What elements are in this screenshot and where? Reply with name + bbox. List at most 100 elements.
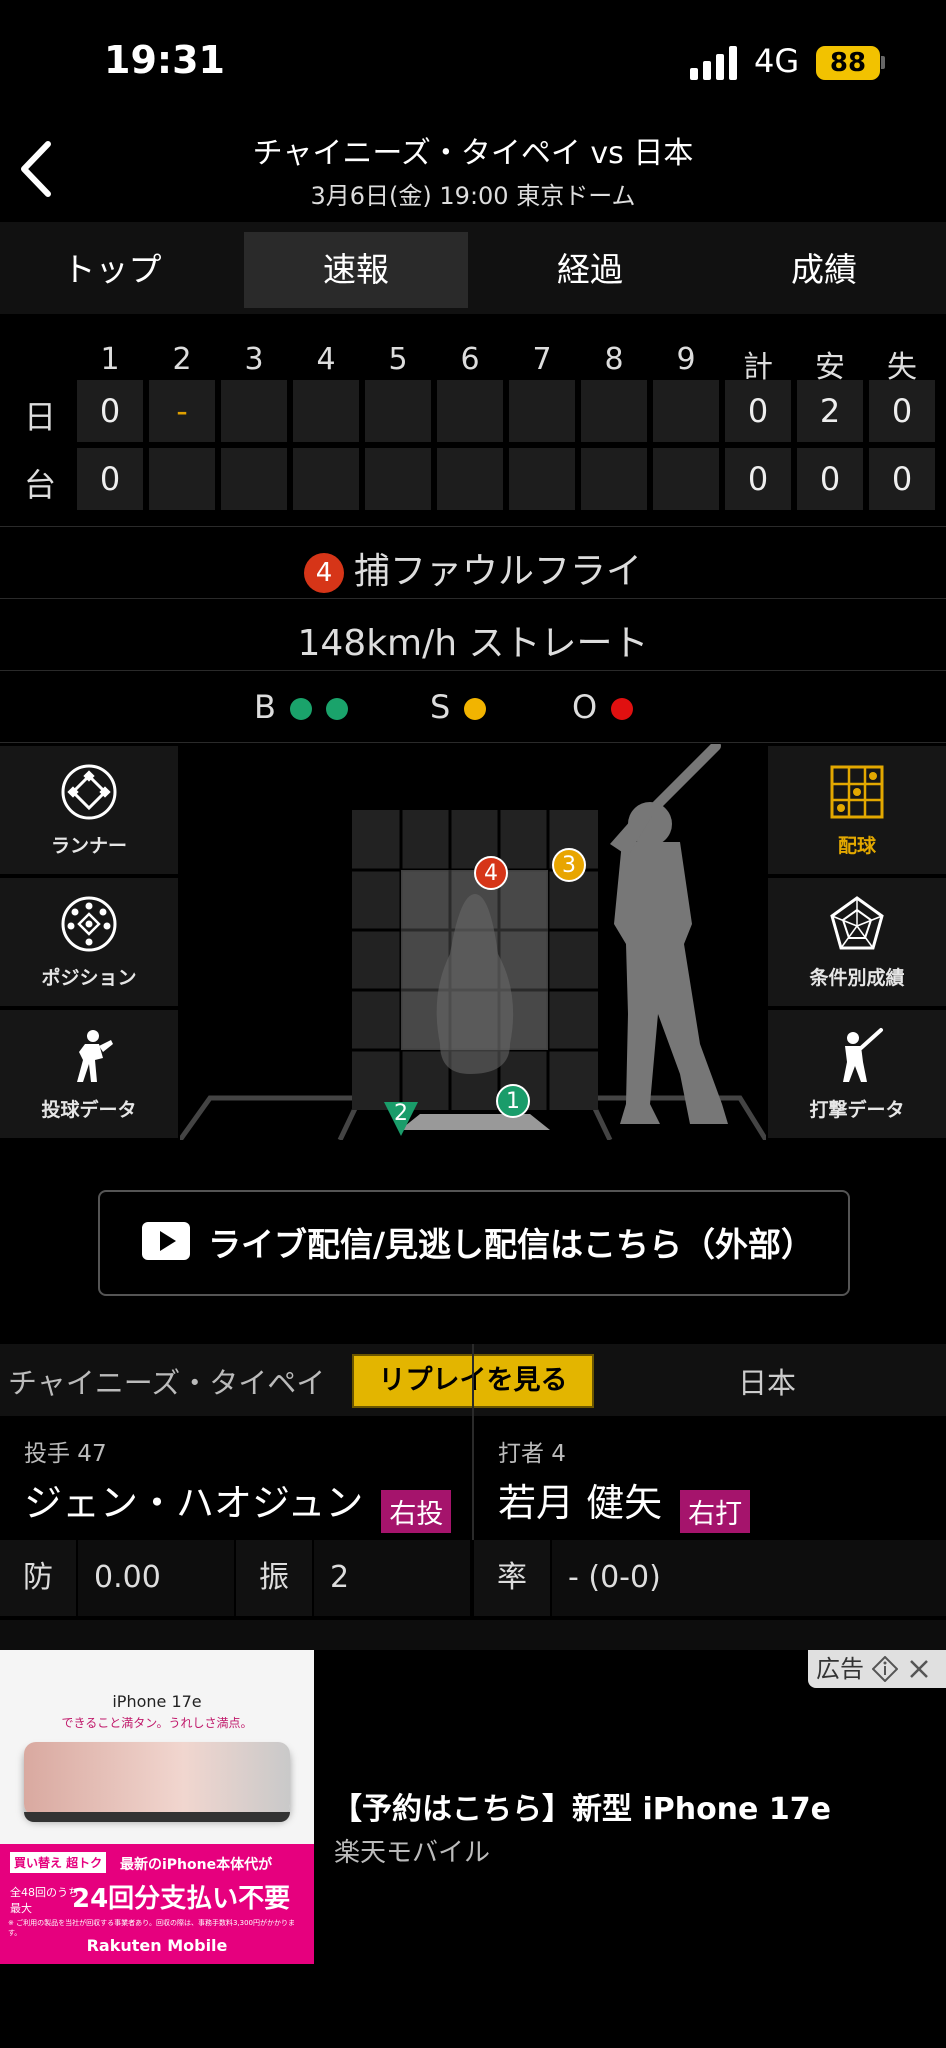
ad-choices[interactable]: 広告 <box>808 1650 946 1688</box>
runner-label: ランナー <box>50 835 127 857</box>
scoreboard-cell <box>293 380 359 442</box>
stats-row-partial <box>0 1620 946 1650</box>
strike-count: S <box>430 688 487 726</box>
scoreboard: 123456789計安失日0-020台0000 <box>0 330 946 520</box>
out-dot <box>611 698 634 720</box>
tab-bar: トップ 速報 経過 成績 <box>0 222 946 314</box>
close-icon[interactable] <box>908 1658 930 1680</box>
ad-brand: Rakuten Mobile <box>86 1936 228 1955</box>
divider <box>472 1344 474 1540</box>
diamond-icon <box>61 764 117 820</box>
ad-title[interactable]: 【予約はこちら】新型 iPhone 17e <box>332 1784 831 1828</box>
batter-hand-badge: 右打 <box>680 1490 751 1533</box>
out-label: O <box>572 688 598 726</box>
pitch-chart-label: 配球 <box>837 835 876 857</box>
tab-stats[interactable]: 成績 <box>712 232 936 308</box>
back-arrow-icon[interactable] <box>18 136 68 202</box>
ad-promo2: 最新のiPhone本体代が <box>120 1857 273 1873</box>
batter-name[interactable]: 若月 健矢 <box>498 1481 662 1525</box>
scoreboard-column-header: 3 <box>244 342 264 377</box>
scoreboard-cell <box>437 448 503 510</box>
battery-tip <box>881 56 885 69</box>
ball-count: B <box>254 688 349 726</box>
scoreboard-cell: 0 <box>77 380 143 442</box>
scoreboard-cell <box>365 448 431 510</box>
strike-label: S <box>430 688 451 726</box>
pitcher-info: ジェン・ハオジュン 右投 <box>24 1472 452 1533</box>
ad-promo4: 24回分支払い不要 <box>72 1884 291 1914</box>
tab-live[interactable]: 速報 <box>244 232 468 308</box>
ad-note: ※ ご利用の製品を当社が回収する事業者あり。回収の際は、事務手数料3,300円が… <box>8 1919 295 1937</box>
scoreboard-cell <box>437 380 503 442</box>
position-label: ポジション <box>41 967 137 989</box>
scoreboard-cell: - <box>149 380 215 442</box>
play-result: 4 捕ファウルフライ <box>0 542 946 594</box>
pitch-info: 148km/h ストレート <box>297 623 649 664</box>
ad-info-icon[interactable] <box>872 1656 898 1682</box>
position-button[interactable]: ポジション <box>0 878 178 1006</box>
divider <box>0 526 946 527</box>
ad-tagline: できること満タン。うれしさ満点。 <box>61 1716 253 1730</box>
tab-top[interactable]: トップ <box>0 232 224 308</box>
split-stats-button[interactable]: 条件別成績 <box>768 878 946 1006</box>
split-stats-label: 条件別成績 <box>809 967 905 989</box>
pitch-marker: 3 <box>552 848 586 882</box>
pitch-chart-button[interactable]: 配球 <box>768 746 946 874</box>
ad-sponsor: 楽天モバイル <box>334 1838 491 1868</box>
pitch-grid-icon <box>830 765 884 819</box>
batting-data-label: 打撃データ <box>809 1099 905 1121</box>
scoreboard-cell: 0 <box>725 380 791 442</box>
stat-key: 率 <box>474 1540 550 1616</box>
away-team-label: チャイニーズ・タイペイ <box>8 1366 326 1400</box>
play-icon <box>142 1222 190 1260</box>
live-stream-button[interactable]: ライブ配信/見逃し配信はこちら（外部） <box>98 1190 850 1296</box>
scoreboard-cell <box>653 380 719 442</box>
battery-icon: 88 <box>816 46 880 80</box>
pitching-data-label: 投球データ <box>41 1099 137 1121</box>
ad-image[interactable]: iPhone 17e できること満タン。うれしさ満点。 買い替え 超トク 最新の… <box>0 1650 314 1964</box>
scoreboard-cell: 0 <box>869 380 935 442</box>
stats-row: 防 0.00 振 2 率 - (0-0) <box>0 1540 946 1616</box>
divider <box>0 598 946 599</box>
pitching-data-button[interactable]: 投球データ <box>0 1010 178 1138</box>
ad-banner[interactable]: iPhone 17e できること満タン。うれしさ満点。 買い替え 超トク 最新の… <box>0 1650 946 1964</box>
home-plate <box>400 1114 550 1130</box>
ball-dot <box>290 698 313 720</box>
scoreboard-team: 日 <box>23 398 56 436</box>
divider <box>0 742 946 743</box>
live-stream-label: ライブ配信/見逃し配信はこちら（外部） <box>208 1225 815 1264</box>
scoreboard-column-header: 2 <box>172 342 192 377</box>
scoreboard-cell <box>221 448 287 510</box>
ball-label: B <box>254 688 276 726</box>
divider <box>0 670 946 671</box>
scoreboard-column-header: 6 <box>460 342 480 377</box>
scoreboard-cell <box>509 448 575 510</box>
strike-dot <box>464 698 487 720</box>
stat-value: 2 <box>314 1540 470 1616</box>
scoreboard-column-header: 7 <box>532 342 552 377</box>
batting-data-button[interactable]: 打撃データ <box>768 1010 946 1138</box>
scoreboard-cell <box>581 380 647 442</box>
pitch-marker: 1 <box>496 1084 530 1118</box>
scoreboard-cell: 0 <box>725 448 791 510</box>
pitcher-name[interactable]: ジェン・ハオジュン <box>24 1481 363 1525</box>
phone-image <box>24 1742 290 1816</box>
batter-silhouette <box>610 744 728 1124</box>
runner-button[interactable]: ランナー <box>0 746 178 874</box>
out-count: O <box>572 688 634 726</box>
batter-info: 若月 健矢 右打 <box>498 1472 751 1533</box>
position-icon <box>61 896 117 952</box>
scoreboard-team: 台 <box>23 466 56 504</box>
scoreboard-cell <box>221 380 287 442</box>
pitch-marker: 4 <box>474 856 508 890</box>
scoreboard-cell: 0 <box>77 448 143 510</box>
ad-product: iPhone 17e <box>112 1692 202 1711</box>
tab-progress[interactable]: 経過 <box>478 232 702 308</box>
game-title: チャイニーズ・タイペイ vs 日本 <box>252 136 694 171</box>
batter-icon <box>843 1028 883 1082</box>
batter-number: 打者 4 <box>498 1441 566 1467</box>
scoreboard-cell <box>653 448 719 510</box>
pitcher-icon <box>77 1030 113 1082</box>
pitcher-number: 投手 47 <box>24 1441 107 1467</box>
scoreboard-cell <box>293 448 359 510</box>
